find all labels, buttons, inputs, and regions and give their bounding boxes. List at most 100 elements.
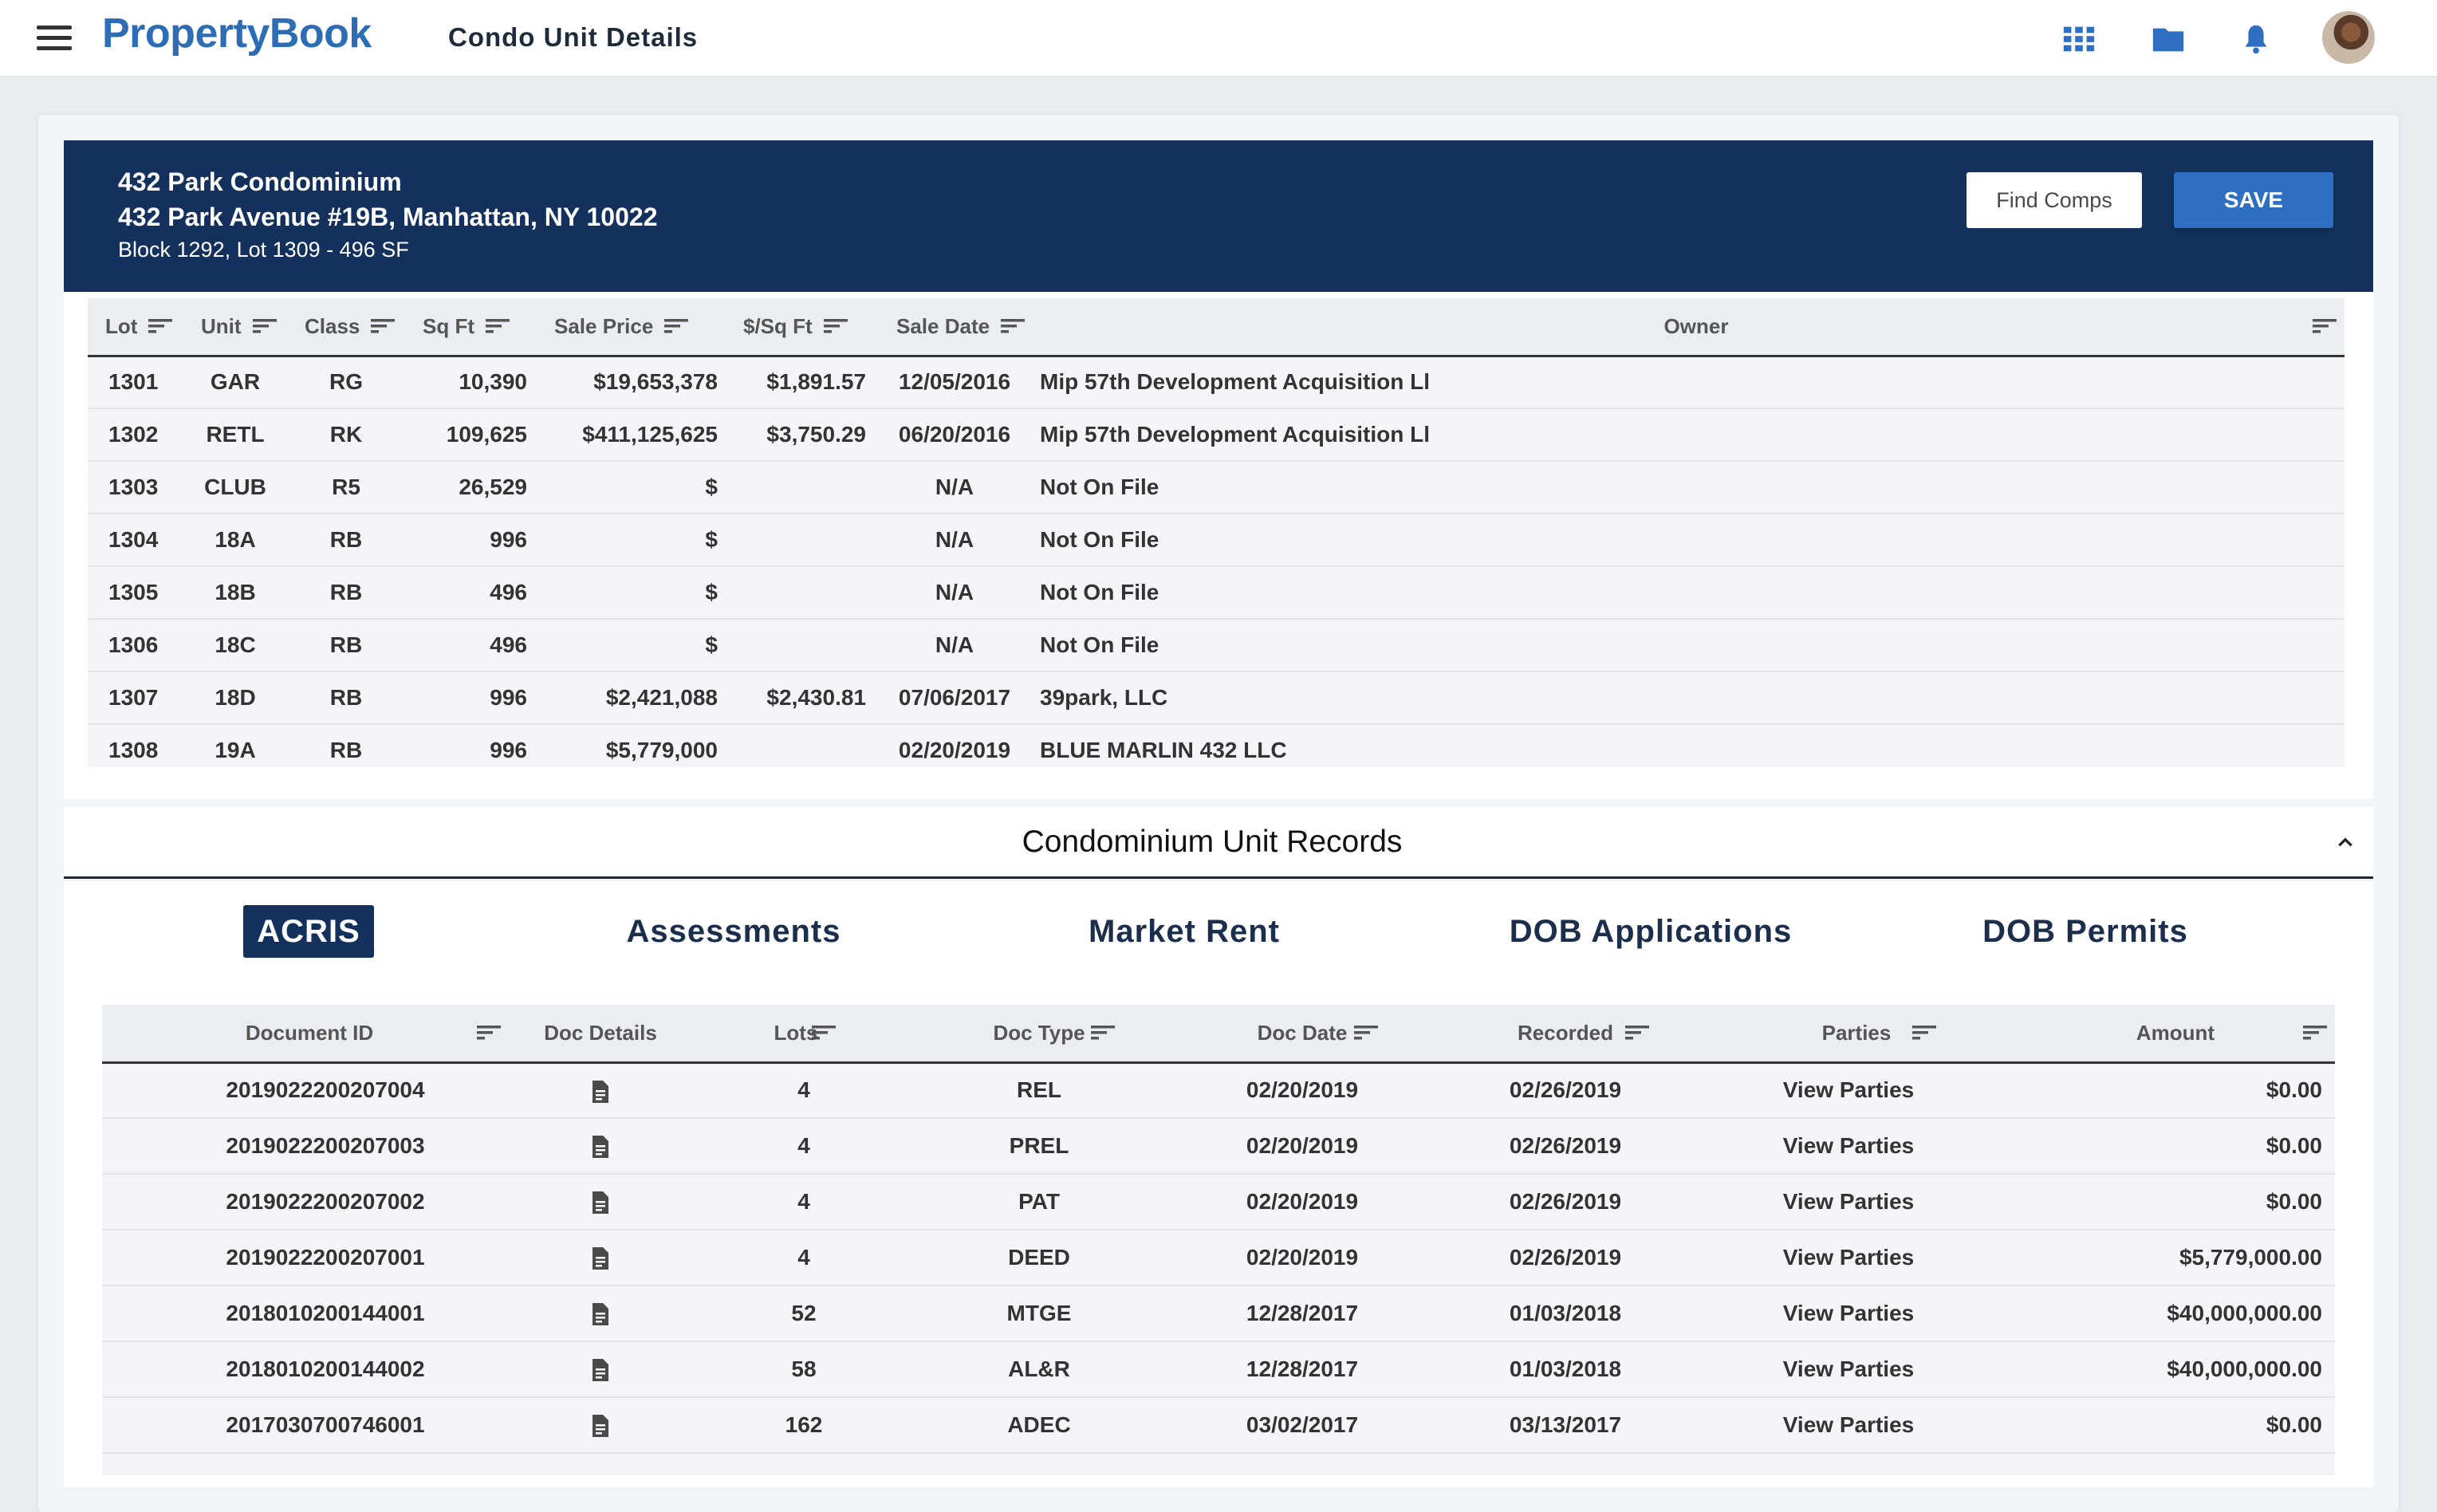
find-comps-button[interactable]: Find Comps bbox=[1967, 172, 2142, 228]
acris-col-header[interactable]: Lots bbox=[684, 1005, 907, 1064]
acris-table-row[interactable]: 2019022200207001 4 DEED 02/20/2019 02/26/201… bbox=[102, 1230, 2335, 1286]
user-avatar[interactable] bbox=[2322, 11, 2375, 64]
acris-table-row[interactable]: 2019022200207003 4 PREL 02/20/2019 02/26/201… bbox=[102, 1118, 2335, 1175]
document-id-link[interactable]: 2018010200144001 bbox=[102, 1286, 517, 1342]
units-col-header[interactable]: Owner bbox=[1030, 298, 2344, 357]
units-col-header[interactable]: Sale Price bbox=[537, 298, 726, 357]
view-parties-link[interactable]: View Parties bbox=[1697, 1174, 2016, 1230]
sort-icon[interactable] bbox=[664, 317, 689, 335]
brand-logo[interactable]: PropertyBook bbox=[102, 10, 372, 57]
units-col-header[interactable]: Sale Date bbox=[879, 298, 1030, 357]
lots-link[interactable]: 4 bbox=[684, 1174, 907, 1230]
units-table-row[interactable]: 1302 RETL RK 109,625 $411,125,625 $3,750.29 06… bbox=[88, 408, 2344, 462]
sort-icon[interactable] bbox=[1625, 1024, 1649, 1041]
view-parties-link[interactable]: View Parties bbox=[1697, 1062, 2016, 1119]
units-col-header[interactable]: Lot bbox=[88, 298, 183, 357]
units-table-row[interactable]: 1305 18B RB 496 $ N/A Not On File bbox=[88, 566, 2344, 620]
document-icon[interactable] bbox=[591, 1191, 610, 1215]
menu-icon[interactable] bbox=[37, 26, 72, 51]
lots-link[interactable]: 4 bbox=[684, 1230, 907, 1286]
lots-link[interactable]: 4 bbox=[684, 1062, 907, 1119]
view-parties-link[interactable]: View Parties bbox=[1697, 1286, 2016, 1342]
lot-link[interactable]: 1306 bbox=[88, 619, 183, 672]
lots-link[interactable]: 58 bbox=[684, 1341, 907, 1398]
units-col-header[interactable]: $/Sq Ft bbox=[726, 298, 879, 357]
lot-link[interactable]: 1305 bbox=[88, 566, 183, 620]
acris-col-header[interactable]: Document ID bbox=[102, 1005, 517, 1064]
sort-icon[interactable] bbox=[1001, 317, 1026, 335]
acris-table-row[interactable]: 2018010200144001 52 MTGE 12/28/2017 01/03/20… bbox=[102, 1286, 2335, 1342]
units-col-header[interactable]: Sq Ft bbox=[405, 298, 537, 357]
units-table-row[interactable]: 1301 GAR RG 10,390 $19,653,378 $1,891.57 12/05… bbox=[88, 356, 2344, 409]
sort-icon[interactable] bbox=[486, 317, 510, 335]
units-table-row[interactable]: 1307 18D RB 996 $2,421,088 $2,430.81 07/06/201… bbox=[88, 671, 2344, 725]
lots-link[interactable]: 52 bbox=[684, 1286, 907, 1342]
sort-icon[interactable] bbox=[1091, 1024, 1115, 1041]
units-table-row[interactable]: 1306 18C RB 496 $ N/A Not On File bbox=[88, 619, 2344, 672]
document-icon[interactable] bbox=[591, 1246, 610, 1270]
units-table-scroll[interactable]: Lot Unit Class Sq Ft Sale Price $/Sq Ft Sale D… bbox=[88, 298, 2344, 767]
document-id-link[interactable]: 2018010200144002 bbox=[102, 1341, 517, 1398]
acris-col-header[interactable]: Recorded bbox=[1434, 1005, 1697, 1064]
tab-acris[interactable]: ACRIS bbox=[243, 905, 374, 958]
document-icon[interactable] bbox=[591, 1358, 610, 1382]
lot-link[interactable]: 1301 bbox=[88, 356, 183, 409]
document-icon[interactable] bbox=[591, 1135, 610, 1159]
sort-icon[interactable] bbox=[2303, 1024, 2327, 1041]
save-button[interactable]: SAVE bbox=[2174, 172, 2333, 228]
sort-icon[interactable] bbox=[371, 317, 396, 335]
acris-table-scroll[interactable]: Document ID Doc Details Lots Doc Type Doc Da… bbox=[102, 1005, 2335, 1475]
sort-icon[interactable] bbox=[1354, 1024, 1378, 1041]
acris-col-header[interactable]: Doc Details bbox=[517, 1005, 684, 1064]
tab-dob-applications[interactable]: DOB Applications bbox=[1491, 905, 1810, 958]
acris-col-header[interactable]: Parties bbox=[1697, 1005, 2016, 1064]
sort-icon[interactable] bbox=[1912, 1024, 1936, 1041]
lot-link[interactable]: 1304 bbox=[88, 514, 183, 567]
lot-link[interactable]: 1307 bbox=[88, 671, 183, 725]
sort-icon[interactable] bbox=[252, 317, 277, 335]
units-col-header[interactable]: Unit bbox=[183, 298, 287, 357]
chevron-up-icon[interactable] bbox=[2335, 833, 2356, 853]
acris-table-row[interactable]: 2017030700746001 162 ADEC 03/02/2017 03/13/2… bbox=[102, 1397, 2335, 1454]
document-id-link[interactable]: 2019022200207002 bbox=[102, 1174, 517, 1230]
view-parties-link[interactable]: View Parties bbox=[1697, 1341, 2016, 1398]
document-id-link[interactable]: 2019022200207004 bbox=[102, 1062, 517, 1119]
bell-icon[interactable] bbox=[2238, 21, 2274, 57]
units-col-header[interactable]: Class bbox=[287, 298, 405, 357]
tab-market-rent[interactable]: Market Rent bbox=[1073, 905, 1296, 958]
lot-link[interactable]: 1302 bbox=[88, 408, 183, 462]
document-id-link[interactable]: 2017030700746001 bbox=[102, 1397, 517, 1454]
acris-col-header[interactable]: Doc Date bbox=[1171, 1005, 1434, 1064]
document-icon[interactable] bbox=[591, 1302, 610, 1326]
view-parties-link[interactable]: View Parties bbox=[1697, 1397, 2016, 1454]
acris-col-header[interactable]: Doc Type bbox=[907, 1005, 1171, 1064]
document-id-link[interactable]: 2019022200207003 bbox=[102, 1118, 517, 1175]
acris-table-row[interactable]: 2019022200207004 4 REL 02/20/2019 02/26/2019… bbox=[102, 1062, 2335, 1119]
lots-link[interactable]: 4 bbox=[684, 1118, 907, 1175]
records-section-header[interactable]: Condominium Unit Records bbox=[64, 807, 2373, 879]
sort-icon[interactable] bbox=[823, 317, 848, 335]
document-id-link[interactable]: 2019022200207001 bbox=[102, 1230, 517, 1286]
units-table-row[interactable]: 1303 CLUB R5 26,529 $ N/A Not On File bbox=[88, 461, 2344, 514]
folder-icon[interactable] bbox=[2150, 21, 2187, 57]
apps-grid-icon[interactable] bbox=[2061, 21, 2097, 57]
acris-table-row[interactable]: 2019022200207002 4 PAT 02/20/2019 02/26/2019… bbox=[102, 1174, 2335, 1230]
sort-icon[interactable] bbox=[812, 1024, 836, 1041]
view-parties-link[interactable]: View Parties bbox=[1697, 1118, 2016, 1175]
units-table-row[interactable]: 1308 19A RB 996 $5,779,000 02/20/2019 BLUE MAR… bbox=[88, 724, 2344, 767]
top-navbar: PropertyBook Condo Unit Details bbox=[0, 0, 2437, 77]
sort-icon[interactable] bbox=[2313, 317, 2337, 335]
lot-link[interactable]: 1308 bbox=[88, 724, 183, 767]
tab-dob-permits[interactable]: DOB Permits bbox=[1978, 905, 2193, 958]
lot-link[interactable]: 1303 bbox=[88, 461, 183, 514]
units-table-row[interactable]: 1304 18A RB 996 $ N/A Not On File bbox=[88, 514, 2344, 567]
sort-icon[interactable] bbox=[148, 317, 173, 335]
sort-icon[interactable] bbox=[477, 1024, 501, 1041]
acris-table-row[interactable]: 2018010200144002 58 AL&R 12/28/2017 01/03/20… bbox=[102, 1341, 2335, 1398]
acris-col-header[interactable]: Amount bbox=[2016, 1005, 2335, 1064]
view-parties-link[interactable]: View Parties bbox=[1697, 1230, 2016, 1286]
document-icon[interactable] bbox=[591, 1080, 610, 1104]
lots-link[interactable]: 162 bbox=[684, 1397, 907, 1454]
tab-assessments[interactable]: Assessments bbox=[622, 905, 845, 958]
document-icon[interactable] bbox=[591, 1414, 610, 1438]
